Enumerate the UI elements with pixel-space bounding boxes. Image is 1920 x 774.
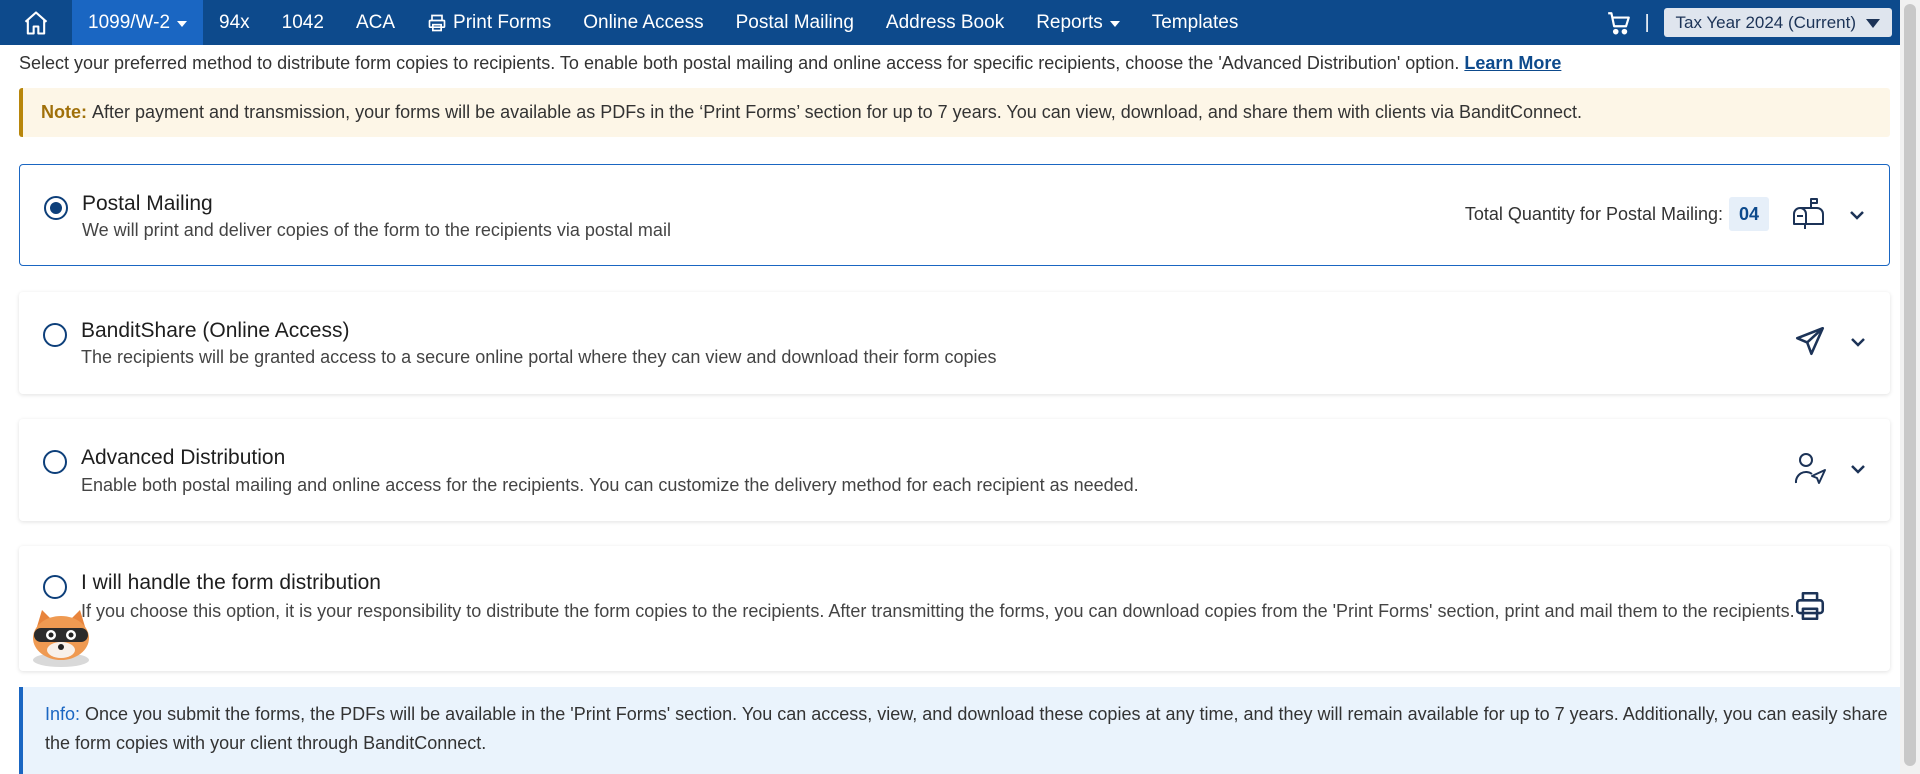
chevron-down-icon (1851, 338, 1865, 347)
nav-templates-label: Templates (1151, 11, 1239, 33)
nav-1042-label: 1042 (281, 11, 324, 33)
quantity-label: Total Quantity for Postal Mailing: (1464, 204, 1723, 224)
note-label: Note: (41, 102, 87, 122)
tax-year-label: Tax Year 2024 (Current) (1675, 12, 1857, 32)
radio-banditshare[interactable] (43, 323, 67, 347)
tax-year-select[interactable]: Tax Year 2024 (Current) (1663, 8, 1892, 37)
printer-icon (428, 14, 446, 31)
nav-print-forms[interactable]: Print Forms (411, 0, 567, 45)
option-description: Enable both postal mailing and online ac… (81, 475, 1139, 495)
radio-postal-mailing[interactable] (44, 196, 68, 220)
option-title: Advanced Distribution (81, 446, 286, 469)
nav-separator: | (1644, 11, 1650, 33)
nav-address-book-label: Address Book (885, 11, 1005, 33)
option-description: If you choose this option, it is your re… (81, 601, 1795, 621)
nav-1099-w2[interactable]: 1099/W-2 (72, 0, 204, 45)
info-text: Once you submit the forms, the PDFs will… (45, 704, 1888, 753)
option-self-distribution[interactable]: I will handle the form distribution If y… (19, 546, 1890, 671)
option-title: BanditShare (Online Access) (81, 319, 350, 342)
nav-templates[interactable]: Templates (1136, 0, 1255, 45)
option-postal-mailing[interactable]: Postal Mailing We will print and deliver… (19, 164, 1890, 266)
scrollbar[interactable] (1900, 0, 1920, 774)
cart-icon (1607, 11, 1630, 34)
expand-chevron[interactable] (1846, 457, 1870, 481)
nav-online-access[interactable]: Online Access (567, 0, 719, 45)
option-description: We will print and deliver copies of the … (82, 220, 671, 240)
note-text: After payment and transmission, your for… (92, 102, 1583, 122)
expand-chevron[interactable] (1846, 330, 1870, 354)
mailbox-icon (1789, 194, 1829, 234)
expand-chevron[interactable] (1845, 203, 1869, 227)
user-send-icon (1790, 448, 1830, 488)
note-banner: Note: After payment and transmission, yo… (19, 88, 1890, 137)
nav-postal-mailing-label: Postal Mailing (735, 11, 854, 33)
nav-address-book[interactable]: Address Book (870, 0, 1020, 45)
quantity-value: 04 (1729, 197, 1769, 231)
option-description: The recipients will be granted access to… (81, 347, 997, 367)
caret-down-icon (177, 20, 188, 27)
nav-online-access-label: Online Access (583, 11, 704, 33)
radio-advanced-distribution[interactable] (43, 450, 67, 474)
intro-description: Select your preferred method to distribu… (19, 53, 1460, 73)
option-banditshare[interactable]: BanditShare (Online Access) The recipien… (19, 292, 1890, 394)
top-nav: 1099/W-2 94x 1042 ACA Print Forms Online… (0, 0, 1900, 45)
send-icon (1790, 321, 1830, 361)
learn-more-link[interactable]: Learn More (1464, 53, 1561, 73)
caret-down-icon (1109, 20, 1120, 27)
option-title: Postal Mailing (82, 192, 213, 215)
home-button[interactable] (0, 0, 72, 45)
info-banner: Info: Once you submit the forms, the PDF… (19, 687, 1908, 774)
scrollbar-thumb[interactable] (1904, 4, 1916, 766)
chevron-down-icon (1851, 465, 1865, 474)
nav-reports-label: Reports (1036, 11, 1103, 33)
option-title: I will handle the form distribution (81, 571, 381, 594)
mascot-chat-avatar[interactable] (26, 600, 96, 670)
option-advanced-distribution[interactable]: Advanced Distribution Enable both postal… (19, 419, 1890, 521)
radio-self-distribution[interactable] (43, 575, 67, 599)
nav-1099-w2-label: 1099/W-2 (88, 11, 171, 33)
nav-print-forms-label: Print Forms (453, 11, 552, 33)
home-icon (24, 10, 48, 35)
nav-94x[interactable]: 94x (203, 0, 266, 45)
intro-text: Select your preferred method to distribu… (19, 53, 1561, 74)
info-label: Info: (45, 704, 81, 724)
nav-aca-label: ACA (355, 11, 396, 33)
caret-down-icon (1866, 19, 1880, 28)
nav-aca[interactable]: ACA (340, 0, 411, 45)
printer-icon (1790, 586, 1830, 626)
nav-94x-label: 94x (219, 11, 250, 33)
nav-1042[interactable]: 1042 (266, 0, 340, 45)
nav-reports[interactable]: Reports (1020, 0, 1136, 45)
cart-button[interactable] (1599, 0, 1639, 45)
nav-postal-mailing[interactable]: Postal Mailing (720, 0, 870, 45)
chevron-down-icon (1850, 211, 1864, 220)
